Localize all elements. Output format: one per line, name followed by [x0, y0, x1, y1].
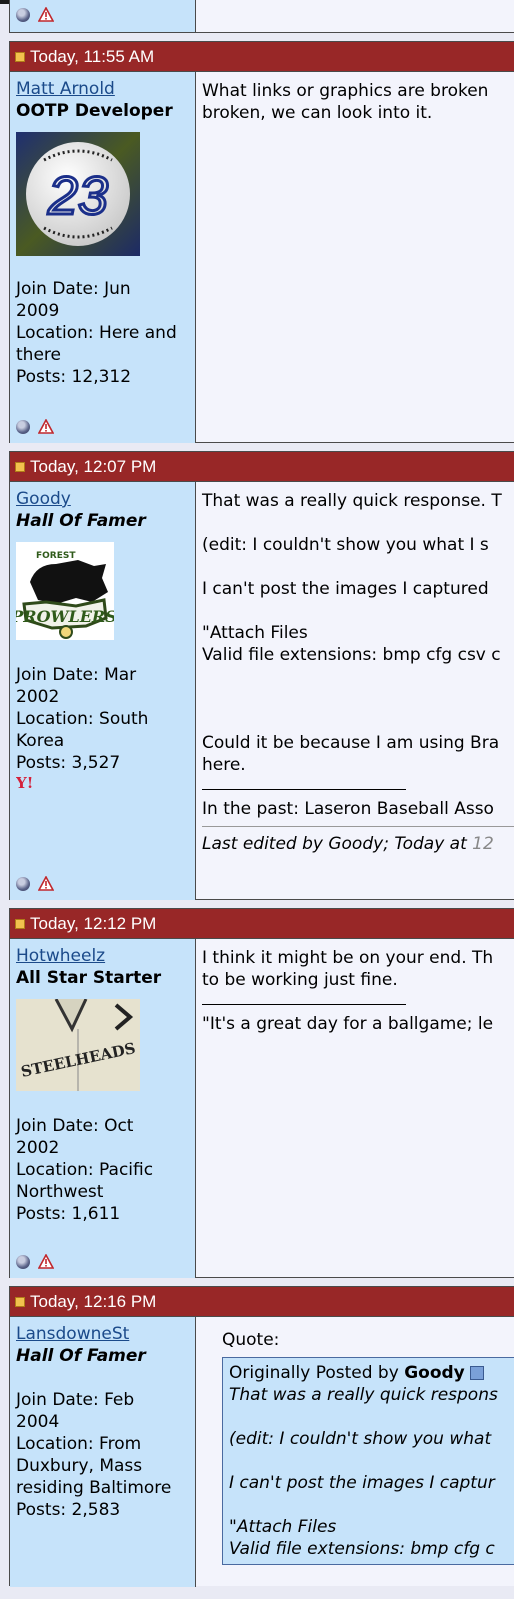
post-count: Posts: 3,527	[16, 753, 121, 773]
edited-note: Last edited by Goody; Today at 12	[202, 826, 514, 855]
avatar: STEELHEADS	[16, 999, 140, 1091]
quote-line: That was a really quick respons	[229, 1385, 498, 1405]
yahoo-icon[interactable]: Y!	[16, 774, 34, 790]
join-date: Join Date: Oct	[16, 1116, 134, 1136]
avatar-team-city: FOREST	[36, 551, 76, 561]
online-status-icon[interactable]	[16, 1254, 30, 1269]
quote-line: Valid file extensions: bmp cfg c	[229, 1539, 495, 1559]
report-post-icon[interactable]	[38, 876, 54, 891]
message-line: What links or graphics are broken	[202, 81, 489, 101]
message-line: Could it be because I am using Bra	[202, 733, 500, 753]
message-line: broken, we can look into it.	[202, 103, 433, 123]
user-title: OOTP Developer	[16, 101, 173, 121]
location: Location: Here and	[16, 323, 177, 343]
online-status-icon[interactable]	[16, 419, 30, 434]
user-column	[10, 0, 196, 32]
location: Location: Pacific	[16, 1160, 154, 1180]
location-cont: Northwest	[16, 1182, 104, 1202]
join-date: Join Date: Feb	[16, 1390, 135, 1410]
join-date-year: 2009	[16, 301, 60, 321]
post-date: Today, 12:12 PM	[30, 914, 157, 933]
username-link[interactable]: LansdowneSt	[16, 1324, 129, 1344]
signature-divider	[202, 994, 406, 1005]
user-title: All Star Starter	[16, 968, 162, 988]
report-post-icon[interactable]	[38, 7, 54, 22]
post-bullet-icon	[15, 461, 25, 472]
message-line: "Attach Files	[202, 623, 308, 643]
message-line: (edit: I couldn't show you what I s	[202, 535, 489, 555]
message-body: What links or graphics are broken broken…	[196, 72, 514, 451]
location: Location: From	[16, 1434, 142, 1454]
location-cont: Korea	[16, 731, 65, 751]
post-header: Today, 12:12 PM	[10, 909, 514, 939]
quote-attribution: Originally Posted by	[229, 1363, 405, 1383]
join-date-year: 2002	[16, 687, 60, 707]
post: Today, 12:12 PM Hotwheelz All Star Start…	[9, 908, 514, 1278]
message-line: to be working just fine.	[202, 970, 398, 990]
avatar-team-name: PROWLERS	[16, 607, 114, 626]
message-body: I think it might be on your end. Th to b…	[196, 939, 514, 1286]
user-title: Hall Of Famer	[16, 511, 146, 531]
message-line: I think it might be on your end. Th	[202, 948, 494, 968]
message-line: That was a really quick response. T	[202, 491, 502, 511]
post-bullet-icon	[15, 918, 25, 929]
username-link[interactable]: Hotwheelz	[16, 946, 105, 966]
join-date-year: 2004	[16, 1412, 60, 1432]
user-column: Matt Arnold OOTP Developer 23 Join Date:…	[10, 72, 196, 443]
signature-divider	[202, 779, 406, 790]
post: Today, 12:07 PM Goody Hall Of Famer PROW…	[9, 451, 514, 900]
post-count: Posts: 2,583	[16, 1500, 121, 1520]
post-bullet-icon	[15, 51, 25, 62]
post-header: Today, 12:07 PM	[10, 452, 514, 482]
post-date: Today, 11:55 AM	[30, 47, 155, 66]
post-fragment	[9, 0, 514, 33]
user-column: LansdowneSt Hall Of Famer Join Date: Feb…	[10, 1317, 196, 1587]
user-title: Hall Of Famer	[16, 1346, 146, 1366]
message-body: That was a really quick response. T (edi…	[196, 482, 514, 908]
quote-line: (edit: I couldn't show you what	[229, 1429, 492, 1449]
post-header: Today, 12:16 PM	[10, 1287, 514, 1317]
join-date-year: 2002	[16, 1138, 60, 1158]
avatar: 23	[16, 132, 140, 256]
message-line: Valid file extensions: bmp cfg csv c	[202, 645, 501, 665]
report-post-icon[interactable]	[38, 1254, 54, 1269]
avatar-number: 23	[47, 166, 108, 226]
signature: In the past: Laseron Baseball Asso	[202, 799, 494, 819]
quote-author: Goody	[404, 1363, 465, 1383]
post-count: Posts: 12,312	[16, 367, 132, 387]
post: Today, 12:16 PM LansdowneSt Hall Of Fame…	[9, 1286, 514, 1587]
avatar: PROWLERS FOREST	[16, 542, 114, 640]
quote-line: "Attach Files	[229, 1517, 337, 1537]
user-column: Hotwheelz All Star Starter STEELHEADS Jo…	[10, 939, 196, 1278]
report-post-icon[interactable]	[38, 419, 54, 434]
post: Today, 11:55 AM Matt Arnold OOTP Develop…	[9, 41, 514, 443]
location: Location: South	[16, 709, 149, 729]
svg-text:Y!: Y!	[16, 774, 33, 790]
quote-line: I can't post the images I captur	[229, 1473, 495, 1493]
join-date: Join Date: Mar	[16, 665, 137, 685]
post-date: Today, 12:07 PM	[30, 457, 157, 476]
username-link[interactable]: Matt Arnold	[16, 79, 115, 99]
quote-label: Quote:	[222, 1330, 280, 1350]
post-count: Posts: 1,611	[16, 1204, 121, 1224]
post-header: Today, 11:55 AM	[10, 42, 514, 72]
user-column: Goody Hall Of Famer PROWLERS FOREST Join…	[10, 482, 196, 900]
username-link[interactable]: Goody	[16, 489, 71, 509]
quote-box: Originally Posted by Goody That was a re…	[222, 1357, 514, 1565]
online-status-icon[interactable]	[16, 876, 30, 891]
location-cont: Duxbury, Mass	[16, 1456, 143, 1476]
join-date: Join Date: Jun	[16, 279, 131, 299]
edited-time: 12	[472, 834, 494, 854]
post-bullet-icon	[15, 1296, 25, 1307]
view-post-icon[interactable]	[470, 1366, 485, 1380]
message-body: Quote: Originally Posted by Goody That w…	[196, 1317, 514, 1599]
message-line: I can't post the images I captured	[202, 579, 489, 599]
post-date: Today, 12:16 PM	[30, 1292, 157, 1311]
location-cont2: residing Baltimore	[16, 1478, 172, 1498]
location-cont: there	[16, 345, 61, 365]
message-line: here.	[202, 755, 246, 775]
online-status-icon[interactable]	[16, 7, 30, 22]
edited-by: Last edited by Goody; Today at	[202, 834, 473, 854]
signature: "It's a great day for a ballgame; le	[202, 1014, 494, 1034]
